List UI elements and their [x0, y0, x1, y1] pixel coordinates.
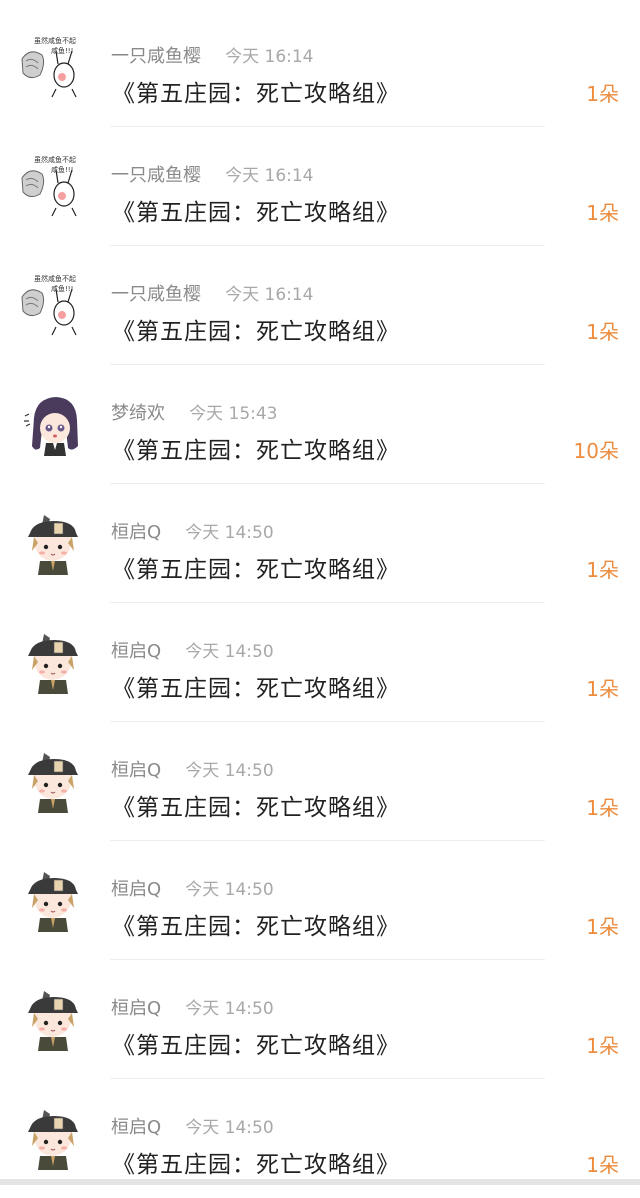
sticker-text-line1: 虽然咸鱼不起	[34, 274, 76, 283]
chibi-hat-avatar[interactable]	[20, 985, 84, 1053]
list-item[interactable]: 桓启Q 今天 14:50 《第五庄园：死亡攻略组》 1朵	[0, 722, 640, 841]
book-title[interactable]: 《第五庄园：死亡攻略组》	[112, 312, 400, 346]
item-meta: 一只咸鱼樱 今天 16:14	[111, 161, 314, 186]
item-meta: 桓启Q 今天 14:50	[111, 518, 274, 543]
sticker-text-line1: 虽然咸鱼不起	[34, 155, 76, 164]
sticker-text-line2: 咸鱼!!!	[51, 46, 73, 55]
item-meta: 梦绮欢 今天 15:43	[111, 399, 278, 424]
list-item[interactable]: 虽然咸鱼不起 咸鱼!!! 一只咸鱼樱 今天 16:14 《第五庄园：死亡攻略组》…	[0, 246, 640, 365]
item-meta: 一只咸鱼樱 今天 16:14	[111, 280, 314, 305]
timestamp: 今天 14:50	[185, 523, 274, 543]
timestamp: 今天 14:50	[185, 642, 274, 662]
item-meta: 桓启Q 今天 14:50	[111, 994, 274, 1019]
item-meta: 桓启Q 今天 14:50	[111, 1113, 274, 1138]
list-item[interactable]: 桓启Q 今天 14:50 《第五庄园：死亡攻略组》 1朵	[0, 603, 640, 722]
flower-count: 1朵	[586, 1153, 619, 1177]
list-item[interactable]: 桓启Q 今天 14:50 《第五庄园：死亡攻略组》 1朵	[0, 841, 640, 960]
flower-count: 1朵	[586, 201, 619, 225]
sticker-text-line2: 咸鱼!!!	[51, 165, 73, 174]
book-title[interactable]: 《第五庄园：死亡攻略组》	[112, 788, 400, 822]
list-item[interactable]: 桓启Q 今天 14:50 《第五庄园：死亡攻略组》 1朵	[0, 960, 640, 1079]
book-title[interactable]: 《第五庄园：死亡攻略组》	[112, 431, 400, 465]
user-name[interactable]: 一只咸鱼樱	[111, 284, 201, 305]
user-name[interactable]: 一只咸鱼樱	[111, 46, 201, 67]
timestamp: 今天 16:14	[225, 47, 314, 67]
book-title[interactable]: 《第五庄园：死亡攻略组》	[112, 907, 400, 941]
flower-count: 1朵	[586, 82, 619, 106]
flower-count: 1朵	[586, 796, 619, 820]
list-item[interactable]: 桓启Q 今天 14:50 《第五庄园：死亡攻略组》 1朵	[0, 484, 640, 603]
timestamp: 今天 16:14	[225, 166, 314, 186]
user-name[interactable]: 桓启Q	[111, 998, 161, 1019]
sticker-avatar[interactable]: 虽然咸鱼不起 咸鱼!!!	[20, 152, 84, 220]
timestamp: 今天 14:50	[185, 999, 274, 1019]
book-title[interactable]: 《第五庄园：死亡攻略组》	[112, 669, 400, 703]
timestamp: 今天 14:50	[185, 761, 274, 781]
flower-count: 1朵	[586, 677, 619, 701]
item-meta: 桓启Q 今天 14:50	[111, 875, 274, 900]
item-meta: 桓启Q 今天 14:50	[111, 756, 274, 781]
flower-count: 1朵	[586, 915, 619, 939]
list-item[interactable]: 虽然咸鱼不起 咸鱼!!! 一只咸鱼樱 今天 16:14 《第五庄园：死亡攻略组》…	[0, 8, 640, 127]
user-name[interactable]: 一只咸鱼樱	[111, 165, 201, 186]
book-title[interactable]: 《第五庄园：死亡攻略组》	[112, 1145, 400, 1179]
timestamp: 今天 14:50	[185, 1118, 274, 1138]
user-name[interactable]: 桓启Q	[111, 1117, 161, 1138]
user-name[interactable]: 梦绮欢	[111, 403, 165, 424]
sticker-text-line1: 虽然咸鱼不起	[34, 36, 76, 45]
sticker-avatar[interactable]: 虽然咸鱼不起 咸鱼!!!	[20, 271, 84, 339]
anime-girl-avatar[interactable]	[20, 390, 84, 458]
user-name[interactable]: 桓启Q	[111, 641, 161, 662]
timestamp: 今天 14:50	[185, 880, 274, 900]
item-meta: 一只咸鱼樱 今天 16:14	[111, 42, 314, 67]
chibi-hat-avatar[interactable]	[20, 747, 84, 815]
sticker-avatar[interactable]: 虽然咸鱼不起 咸鱼!!!	[20, 33, 84, 101]
user-name[interactable]: 桓启Q	[111, 522, 161, 543]
flower-count: 1朵	[586, 320, 619, 344]
bottom-edge	[0, 1179, 640, 1185]
chibi-hat-avatar[interactable]	[20, 509, 84, 577]
chibi-hat-avatar[interactable]	[20, 866, 84, 934]
flower-count: 10朵	[573, 439, 619, 463]
flower-count: 1朵	[586, 558, 619, 582]
book-title[interactable]: 《第五庄园：死亡攻略组》	[112, 550, 400, 584]
item-meta: 桓启Q 今天 14:50	[111, 637, 274, 662]
chibi-hat-avatar[interactable]	[20, 628, 84, 696]
user-name[interactable]: 桓启Q	[111, 879, 161, 900]
list-item[interactable]: 虽然咸鱼不起 咸鱼!!! 一只咸鱼樱 今天 16:14 《第五庄园：死亡攻略组》…	[0, 127, 640, 246]
sticker-text-line2: 咸鱼!!!	[51, 284, 73, 293]
list-item[interactable]: 梦绮欢 今天 15:43 《第五庄园：死亡攻略组》 10朵	[0, 365, 640, 484]
timestamp: 今天 16:14	[225, 285, 314, 305]
book-title[interactable]: 《第五庄园：死亡攻略组》	[112, 1026, 400, 1060]
book-title[interactable]: 《第五庄园：死亡攻略组》	[112, 74, 400, 108]
book-title[interactable]: 《第五庄园：死亡攻略组》	[112, 193, 400, 227]
flower-count: 1朵	[586, 1034, 619, 1058]
user-name[interactable]: 桓启Q	[111, 760, 161, 781]
chibi-hat-avatar[interactable]	[20, 1104, 84, 1172]
timestamp: 今天 15:43	[189, 404, 278, 424]
